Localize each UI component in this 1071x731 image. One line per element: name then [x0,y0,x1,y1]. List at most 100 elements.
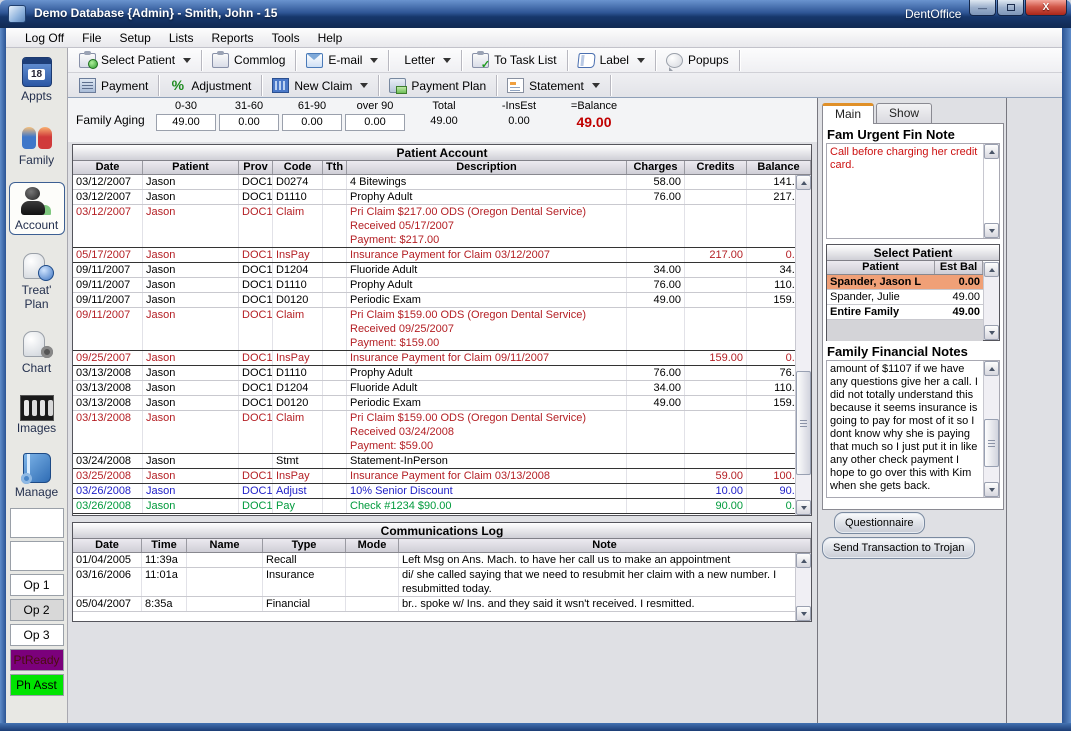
account-row[interactable]: 03/13/2008JasonDOC1D1204Fluoride Adult34… [73,381,811,396]
scroll-down-arrow[interactable] [984,223,999,238]
commlog-row[interactable]: 01/04/200511:39aRecallLeft Msg on Ans. M… [73,553,811,568]
menu-setup[interactable]: Setup [110,29,159,47]
toolbar-button-e-mail[interactable]: E-mail [299,50,385,71]
column-header-date[interactable]: Date [73,539,142,552]
scroll-thumb[interactable] [796,371,811,475]
toolbar-button-adjustment[interactable]: %Adjustment [162,75,258,96]
toolbar-button-statement[interactable]: Statement [500,75,607,96]
op-box-ptready[interactable]: PtReady [10,649,64,671]
minimize-button[interactable]: — [969,0,996,16]
panel-splitter[interactable] [817,98,818,723]
fin-notes-scrollbar[interactable] [983,361,999,497]
toolbar-button-label[interactable]: Label [571,50,652,71]
dropdown-arrow-icon[interactable] [360,83,368,88]
dropdown-arrow-icon[interactable] [592,83,600,88]
column-header-prov[interactable]: Prov [239,161,273,174]
account-row[interactable]: 03/26/2008JasonDOC1PayCheck #1234 $90.00… [73,499,811,514]
sidebar-item-chart[interactable]: Chart [9,326,65,377]
op-box[interactable] [10,541,64,571]
scroll-down-arrow[interactable] [984,325,999,340]
commlog-scrollbar[interactable] [795,553,811,621]
menu-tools[interactable]: Tools [263,29,309,47]
column-header-type[interactable]: Type [263,539,346,552]
dropdown-arrow-icon[interactable] [637,58,645,63]
account-row[interactable]: 03/12/2007JasonDOC1ClaimPri Claim $217.0… [73,205,811,248]
dropdown-arrow-icon[interactable] [370,58,378,63]
account-row[interactable]: 09/11/2007JasonDOC1D1204Fluoride Adult34… [73,263,811,278]
op-box[interactable] [10,508,64,538]
select-patient-scrollbar[interactable] [983,262,999,340]
column-header-patient[interactable]: Patient [827,261,935,274]
column-header-name[interactable]: Name [187,539,263,552]
scroll-up-arrow[interactable] [796,553,811,568]
maximize-button[interactable] [997,0,1024,16]
urgent-note-scrollbar[interactable] [983,144,999,238]
scroll-down-arrow[interactable] [796,500,811,515]
account-row[interactable]: 03/12/2007JasonDOC1D02744 Bitewings58.00… [73,175,811,190]
menu-help[interactable]: Help [309,29,352,47]
button-questionnaire[interactable]: Questionnaire [834,512,925,534]
menu-file[interactable]: File [73,29,110,47]
account-row[interactable]: 03/24/2008JasonStmtStatement-InPerson [73,454,811,469]
toolbar-button-letter[interactable]: Letter [392,50,458,71]
column-header-description[interactable]: Description [347,161,627,174]
column-header-credits[interactable]: Credits [685,161,747,174]
account-row[interactable]: 03/26/2008JasonDOC1Adjust10% Senior Disc… [73,484,811,499]
op-box-op-2[interactable]: Op 2 [10,599,64,621]
menu-log-off[interactable]: Log Off [16,29,73,47]
sidebar-item-appts[interactable]: 18Appts [9,54,65,105]
account-row[interactable]: 03/13/2008JasonDOC1D1110Prophy Adult76.0… [73,366,811,381]
toolbar-button-commlog[interactable]: Commlog [205,50,292,71]
sidebar-item-account[interactable]: Account [9,182,65,235]
select-patient-row[interactable]: Spander, Jason L0.00 [827,275,983,290]
commlog-row[interactable]: 05/04/20078:35aFinancialbr.. spoke w/ In… [73,597,811,612]
column-header-patient[interactable]: Patient [143,161,239,174]
scroll-up-arrow[interactable] [984,262,999,277]
column-header-est-bal[interactable]: Est Bal [935,261,983,274]
toolbar-button-select-patient[interactable]: Select Patient [72,50,198,71]
sidebar-item-family[interactable]: Family [9,118,65,169]
column-header-mode[interactable]: Mode [346,539,399,552]
urgent-fin-note-box[interactable]: Call before charging her credit card. [826,143,1000,239]
family-financial-notes-box[interactable]: amount of $1107 if we have any questions… [826,360,1000,498]
tab-show[interactable]: Show [876,103,932,124]
toolbar-button-new-claim[interactable]: New Claim [265,75,375,96]
op-box-op-1[interactable]: Op 1 [10,574,64,596]
op-box-op-3[interactable]: Op 3 [10,624,64,646]
scroll-thumb[interactable] [984,419,999,467]
account-row[interactable]: 03/13/2008JasonDOC1D0120Periodic Exam49.… [73,396,811,411]
menu-lists[interactable]: Lists [160,29,203,47]
commlog-row[interactable]: 03/16/200611:01aInsurancedi/ she called … [73,568,811,597]
column-header-tth[interactable]: Tth [323,161,347,174]
close-button[interactable]: X [1025,0,1067,16]
account-scrollbar[interactable] [795,175,811,515]
toolbar-button-to-task-list[interactable]: To Task List [465,50,563,71]
column-header-code[interactable]: Code [273,161,323,174]
column-header-time[interactable]: Time [142,539,187,552]
scroll-up-arrow[interactable] [796,175,811,190]
account-row[interactable]: 09/11/2007JasonDOC1D1110Prophy Adult76.0… [73,278,811,293]
scroll-up-arrow[interactable] [984,361,999,376]
dropdown-arrow-icon[interactable] [443,58,451,63]
scroll-up-arrow[interactable] [984,144,999,159]
column-header-note[interactable]: Note [399,539,811,552]
account-row[interactable]: 03/13/2008JasonDOC1ClaimPri Claim $159.0… [73,411,811,454]
toolbar-button-payment[interactable]: Payment [72,75,155,96]
menu-reports[interactable]: Reports [203,29,263,47]
button-send-transaction-to-trojan[interactable]: Send Transaction to Trojan [822,537,975,559]
toolbar-button-popups[interactable]: Popups [659,50,736,71]
account-row[interactable]: 09/11/2007JasonDOC1ClaimPri Claim $159.0… [73,308,811,351]
column-header-charges[interactable]: Charges [627,161,685,174]
sidebar-item-images[interactable]: Images [9,390,65,437]
select-patient-row[interactable]: Spander, Julie49.00 [827,290,983,305]
title-bar[interactable]: Demo Database {Admin} - Smith, John - 15… [0,0,1071,28]
account-row[interactable]: 09/25/2007JasonDOC1InsPayInsurance Payme… [73,351,811,366]
toolbar-button-payment-plan[interactable]: Payment Plan [382,75,493,96]
column-header-date[interactable]: Date [73,161,143,174]
account-row[interactable]: 05/17/2007JasonDOC1InsPayInsurance Payme… [73,248,811,263]
scroll-down-arrow[interactable] [984,482,999,497]
dropdown-arrow-icon[interactable] [183,58,191,63]
op-box-ph-asst[interactable]: Ph Asst [10,674,64,696]
column-header-balance[interactable]: Balance [747,161,811,174]
select-patient-row[interactable]: Entire Family49.00 [827,305,983,320]
